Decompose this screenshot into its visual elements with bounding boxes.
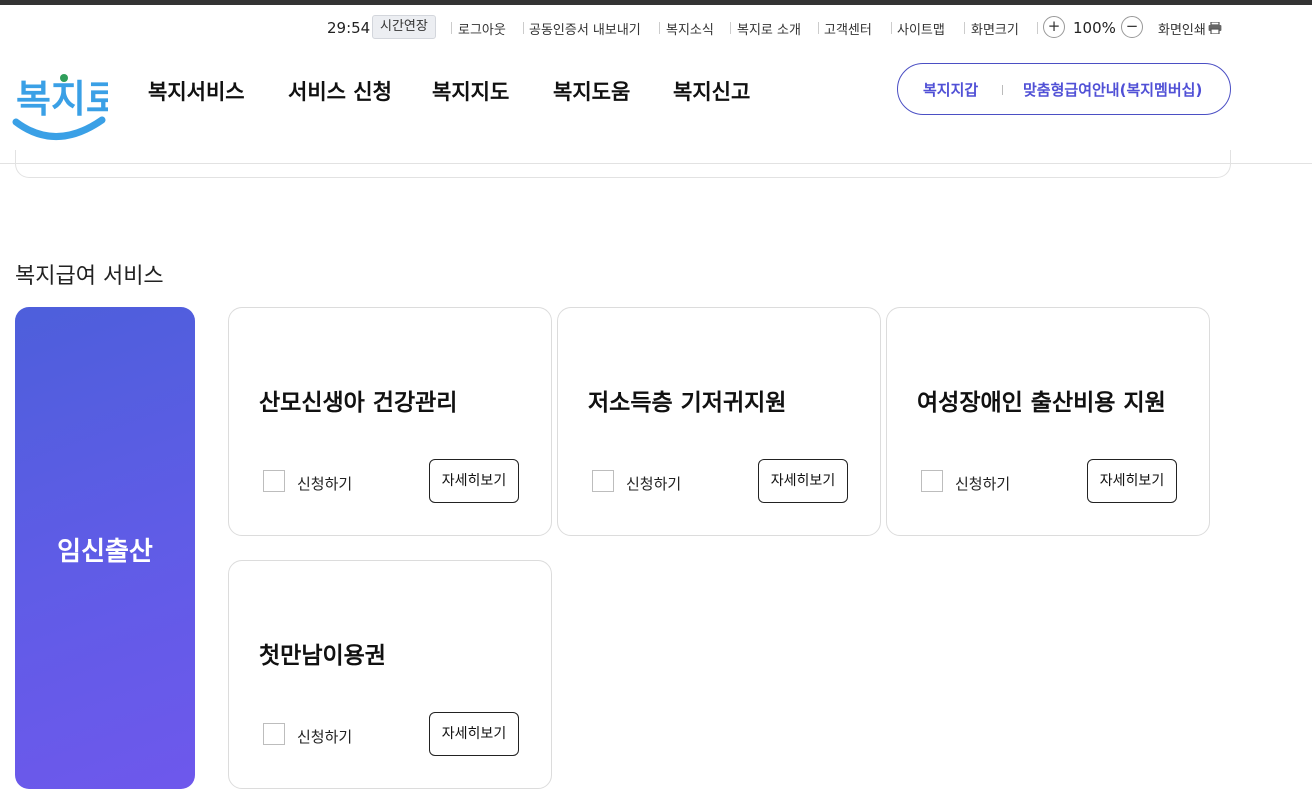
service-card: 첫만남이용권 신청하기 자세히보기 bbox=[228, 560, 552, 789]
apply-label[interactable]: 신청하기 bbox=[297, 473, 352, 494]
separator bbox=[451, 22, 452, 34]
zoom-level: 100% bbox=[1073, 19, 1116, 37]
separator bbox=[891, 22, 892, 34]
apply-label[interactable]: 신청하기 bbox=[626, 473, 681, 494]
details-button[interactable]: 자세히보기 bbox=[758, 459, 848, 503]
separator bbox=[1037, 22, 1038, 34]
separator bbox=[1002, 85, 1003, 95]
service-card: 여성장애인 출산비용 지원 신청하기 자세히보기 bbox=[886, 307, 1210, 536]
customer-center-link[interactable]: 고객센터 bbox=[824, 19, 872, 38]
top-border bbox=[0, 0, 1312, 5]
logo-text: 복지로 bbox=[16, 77, 108, 121]
service-title: 저소득층 기저귀지원 bbox=[588, 390, 787, 416]
apply-checkbox[interactable] bbox=[263, 470, 285, 492]
service-card: 저소득층 기저귀지원 신청하기 자세히보기 bbox=[557, 307, 881, 536]
print-link[interactable]: 화면인쇄 bbox=[1158, 19, 1206, 38]
welfare-news-link[interactable]: 복지소식 bbox=[666, 19, 714, 38]
logout-link[interactable]: 로그아웃 bbox=[458, 19, 506, 38]
export-certificate-link[interactable]: 공동인증서 내보내기 bbox=[529, 19, 641, 38]
separator bbox=[964, 22, 965, 34]
service-card: 산모신생아 건강관리 신청하기 자세히보기 bbox=[228, 307, 552, 536]
apply-label[interactable]: 신청하기 bbox=[297, 726, 352, 747]
quick-links: 복지지갑 맞춤형급여안내(복지멤버십) bbox=[897, 63, 1231, 115]
extend-session-button[interactable]: 시간연장 bbox=[372, 15, 436, 39]
nav-welfare-services[interactable]: 복지서비스 bbox=[148, 76, 245, 106]
apply-checkbox[interactable] bbox=[921, 470, 943, 492]
details-button[interactable]: 자세히보기 bbox=[1087, 459, 1177, 503]
zoom-in-button[interactable]: + bbox=[1043, 16, 1065, 38]
about-bokjiro-link[interactable]: 복지로 소개 bbox=[737, 19, 801, 38]
membership-guide-link[interactable]: 맞춤형급여안내(복지멤버십) bbox=[1023, 79, 1202, 100]
site-header: 복지로 복지서비스 서비스 신청 복지지도 복지도움 복지신고 복지지갑 맞춤형… bbox=[0, 50, 1312, 164]
screen-size-label: 화면크기 bbox=[971, 23, 1019, 38]
utility-bar: 29:54 시간연장 로그아웃 공동인증서 내보내기 복지소식 복지로 소개 고… bbox=[0, 14, 1312, 42]
details-button[interactable]: 자세히보기 bbox=[429, 712, 519, 756]
welfare-wallet-link[interactable]: 복지지갑 bbox=[923, 79, 978, 100]
printer-icon[interactable] bbox=[1208, 22, 1222, 34]
separator bbox=[659, 22, 660, 34]
nav-welfare-report[interactable]: 복지신고 bbox=[673, 76, 750, 106]
service-title: 여성장애인 출산비용 지원 bbox=[917, 390, 1166, 416]
nav-welfare-map[interactable]: 복지지도 bbox=[432, 76, 509, 106]
zoom-out-button[interactable]: − bbox=[1121, 16, 1143, 38]
previous-section-box bbox=[15, 150, 1231, 178]
session-timer: 29:54 bbox=[327, 19, 371, 37]
separator bbox=[818, 22, 819, 34]
section-title: 복지급여 서비스 bbox=[15, 264, 164, 289]
nav-welfare-help[interactable]: 복지도움 bbox=[553, 76, 630, 106]
category-panel: 임신출산 bbox=[15, 307, 195, 789]
apply-checkbox[interactable] bbox=[592, 470, 614, 492]
service-title: 산모신생아 건강관리 bbox=[259, 390, 458, 416]
apply-checkbox[interactable] bbox=[263, 723, 285, 745]
sitemap-link[interactable]: 사이트맵 bbox=[897, 19, 945, 38]
separator bbox=[523, 22, 524, 34]
details-button[interactable]: 자세히보기 bbox=[429, 459, 519, 503]
apply-label[interactable]: 신청하기 bbox=[955, 473, 1010, 494]
nav-service-application[interactable]: 서비스 신청 bbox=[288, 76, 392, 106]
bokjiro-logo[interactable]: 복지로 bbox=[12, 60, 108, 144]
separator bbox=[730, 22, 731, 34]
service-title: 첫만남이용권 bbox=[259, 643, 386, 669]
category-label: 임신출산 bbox=[57, 537, 153, 567]
